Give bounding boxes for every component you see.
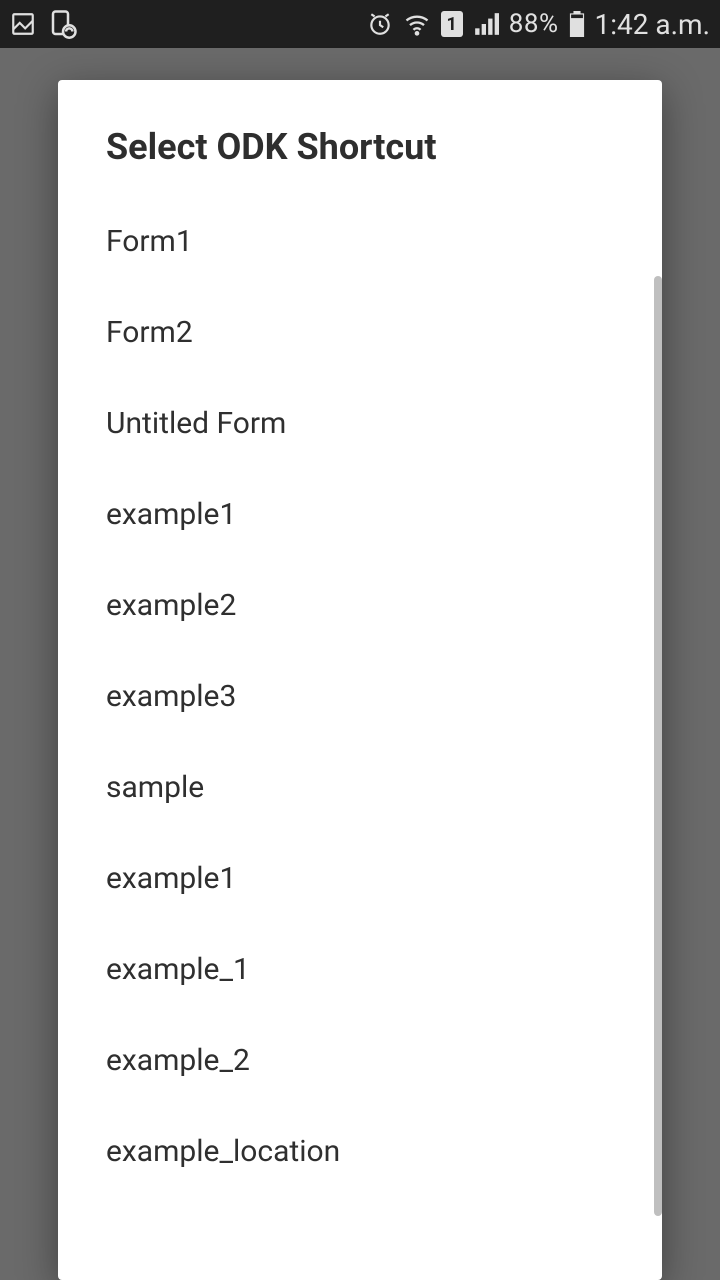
dialog-title: Select ODK Shortcut [58,80,662,196]
clock-text: 1:42 a.m. [595,8,711,41]
alarm-icon [367,11,393,37]
device-sync-icon [48,9,78,39]
signal-icon [473,11,499,37]
list-item[interactable]: Form1 [58,196,662,287]
wifi-icon [403,10,431,38]
list-item[interactable]: example1 [58,469,662,560]
shortcut-dialog: Select ODK Shortcut Form1Form2Untitled F… [58,80,662,1280]
list-item[interactable]: example2 [58,560,662,651]
list-item[interactable]: example_location [58,1106,662,1197]
list-item[interactable]: example_2 [58,1015,662,1106]
list-item[interactable]: sample [58,742,662,833]
scrollbar-thumb[interactable] [654,276,662,1216]
image-icon [10,11,36,37]
list-item[interactable]: Form2 [58,287,662,378]
list-item[interactable]: example1 [58,833,662,924]
list-item[interactable]: example3 [58,651,662,742]
battery-icon [569,11,585,37]
shortcut-list[interactable]: Form1Form2Untitled Formexample1example2e… [58,196,662,1280]
battery-percent-text: 88% [509,9,559,39]
sim-badge: 1 [441,11,463,37]
status-bar: 1 88% 1:42 a.m. [0,0,720,48]
list-item[interactable]: example_1 [58,924,662,1015]
list-item[interactable]: Untitled Form [58,378,662,469]
